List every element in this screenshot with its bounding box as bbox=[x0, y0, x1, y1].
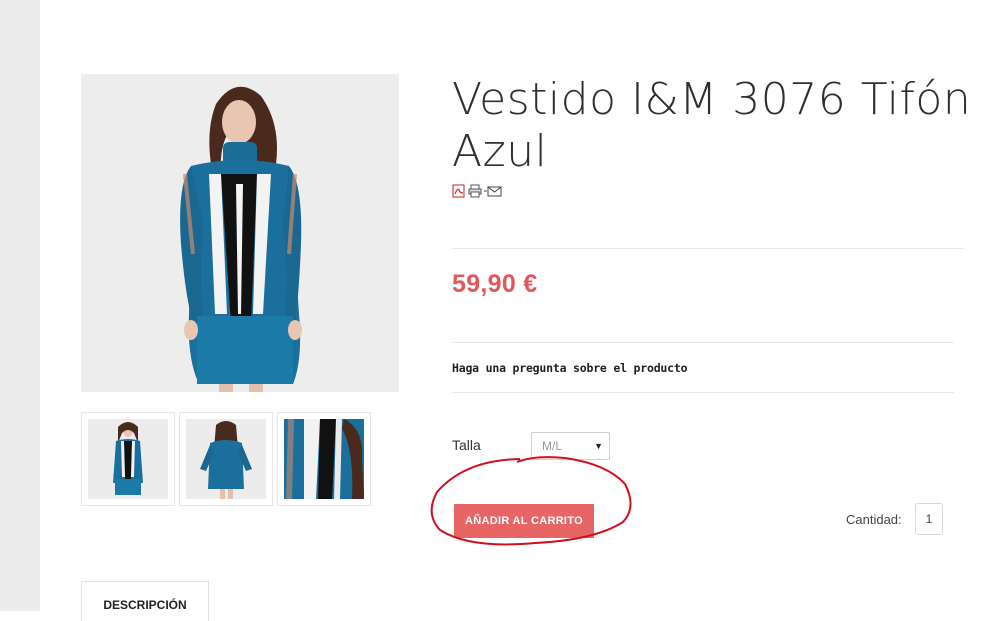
model-photo bbox=[81, 74, 399, 392]
product-tools bbox=[452, 184, 502, 198]
quantity-input[interactable]: 1 bbox=[915, 503, 943, 535]
pdf-icon[interactable] bbox=[452, 184, 466, 198]
size-select[interactable]: M/L ▼ bbox=[531, 432, 610, 460]
print-icon[interactable] bbox=[468, 184, 482, 198]
thumbnail-3[interactable] bbox=[277, 412, 371, 506]
size-select-value: M/L bbox=[542, 439, 563, 453]
left-gutter bbox=[0, 0, 40, 611]
thumbnail-strip bbox=[81, 412, 371, 506]
thumbnail-front-photo bbox=[88, 419, 168, 499]
add-to-cart-button[interactable]: AÑADIR AL CARRITO bbox=[454, 504, 594, 538]
main-product-image[interactable] bbox=[81, 74, 399, 392]
tab-description[interactable]: DESCRIPCIÓN bbox=[81, 581, 209, 621]
product-price: 59,90 € bbox=[452, 270, 538, 298]
divider-ask bbox=[452, 392, 954, 393]
chevron-down-icon: ▼ bbox=[594, 441, 603, 451]
thumbnail-detail-photo bbox=[284, 419, 364, 499]
size-label: Talla bbox=[452, 437, 481, 453]
quantity-label: Cantidad: bbox=[846, 512, 902, 527]
thumbnail-back-photo bbox=[186, 419, 266, 499]
email-icon[interactable] bbox=[484, 184, 502, 198]
thumbnail-1[interactable] bbox=[81, 412, 175, 506]
tab-description-label: DESCRIPCIÓN bbox=[103, 598, 187, 612]
product-title: Vestido I&M 3076 Tifón Azul bbox=[452, 74, 972, 177]
divider-price bbox=[452, 342, 954, 343]
ask-question-link[interactable]: Haga una pregunta sobre el producto bbox=[452, 361, 688, 375]
divider-top bbox=[452, 248, 964, 249]
thumbnail-2[interactable] bbox=[179, 412, 273, 506]
